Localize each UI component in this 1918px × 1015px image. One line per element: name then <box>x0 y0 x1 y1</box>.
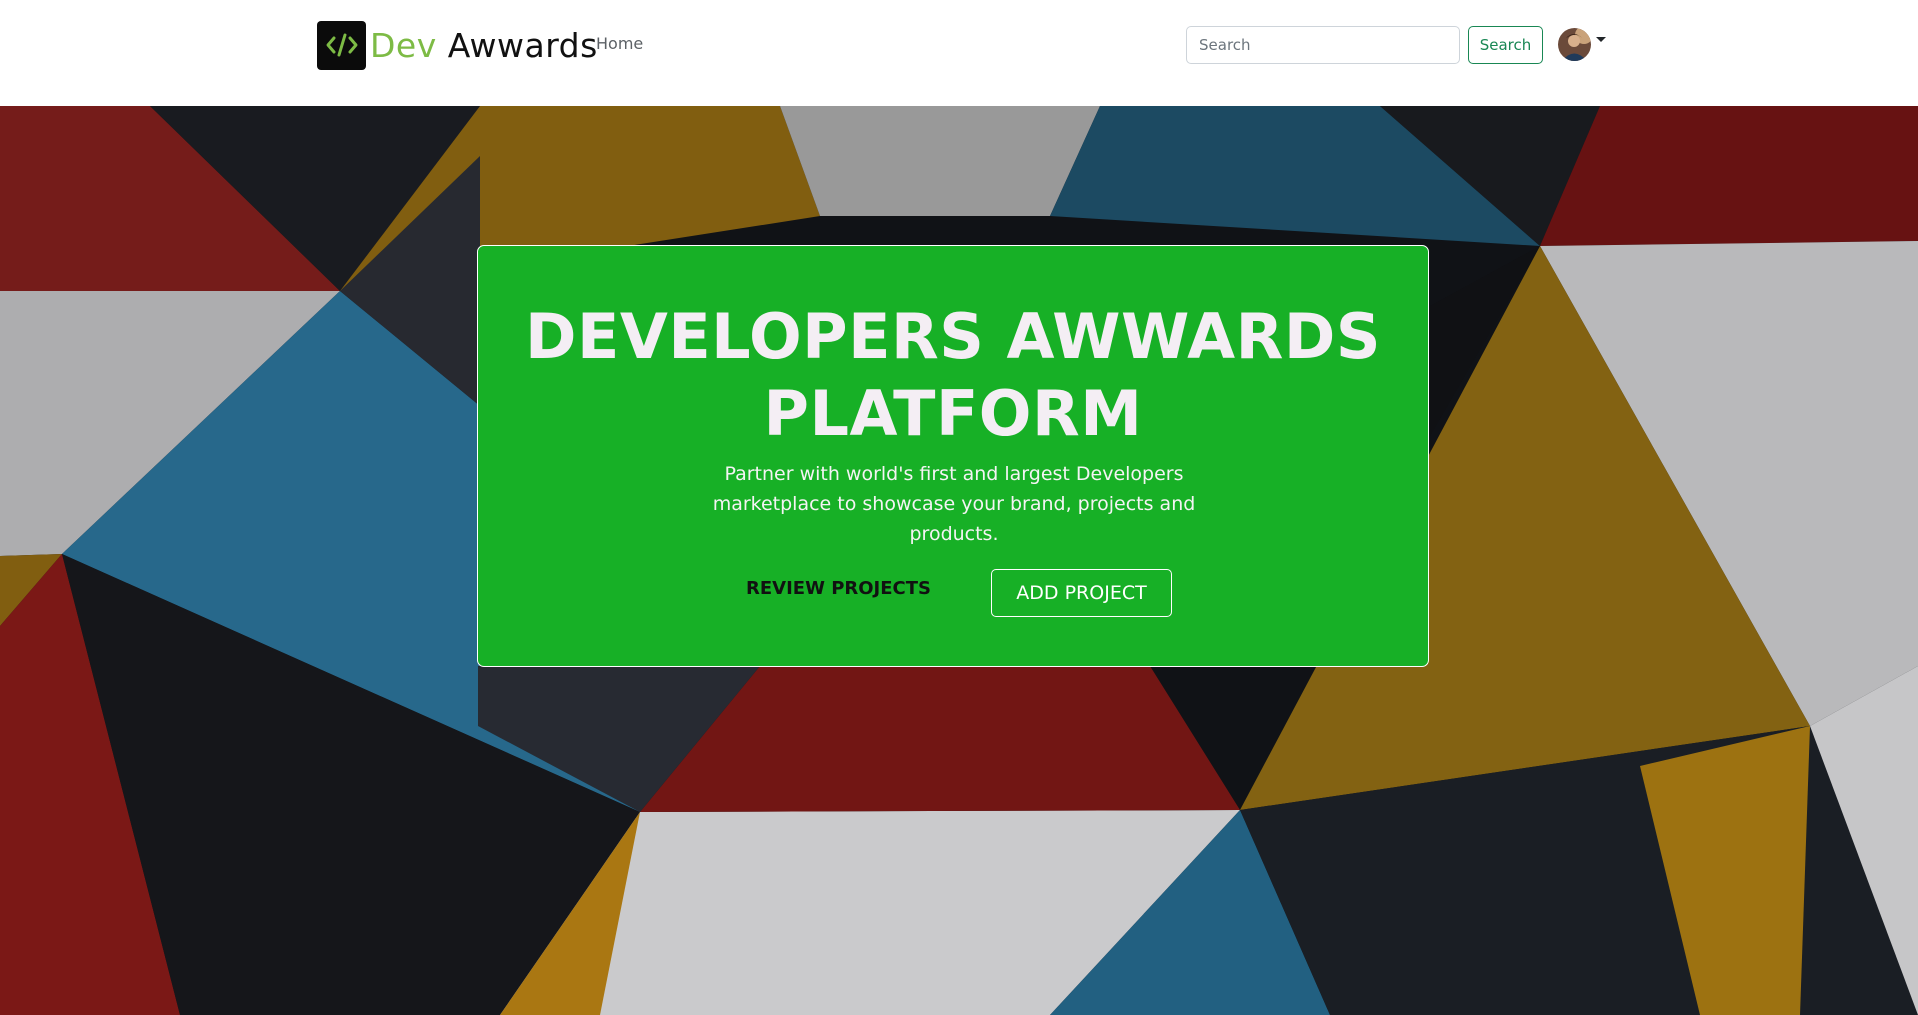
hero-title: DEVELOPERS AWWARDS PLATFORM <box>525 300 1381 450</box>
hero-section: DEVELOPERS AWWARDS PLATFORM Partner with… <box>0 106 1918 1015</box>
top-navbar: Dev Awwards Home Search <box>0 0 1918 106</box>
caret-down-icon <box>1596 36 1606 42</box>
brand-logo-link[interactable]: Dev Awwards <box>317 20 598 70</box>
brand-name: Dev Awwards <box>370 26 598 65</box>
user-avatar <box>1558 27 1591 61</box>
hero-subtitle: Partner with world's first and largest D… <box>712 463 1196 545</box>
code-brackets-icon <box>317 20 366 70</box>
search-button[interactable]: Search <box>1468 26 1543 64</box>
brand-name-prefix: Dev <box>370 25 437 65</box>
nav-home-link[interactable]: Home <box>596 34 643 53</box>
user-menu-toggle[interactable] <box>1558 27 1606 61</box>
hero-card: DEVELOPERS AWWARDS PLATFORM Partner with… <box>477 245 1429 667</box>
brand-name-suffix: Awwards <box>447 25 598 65</box>
add-project-button[interactable]: ADD PROJECT <box>991 569 1172 617</box>
search-input[interactable] <box>1186 26 1460 64</box>
review-projects-button[interactable]: REVIEW PROJECTS <box>746 578 931 599</box>
